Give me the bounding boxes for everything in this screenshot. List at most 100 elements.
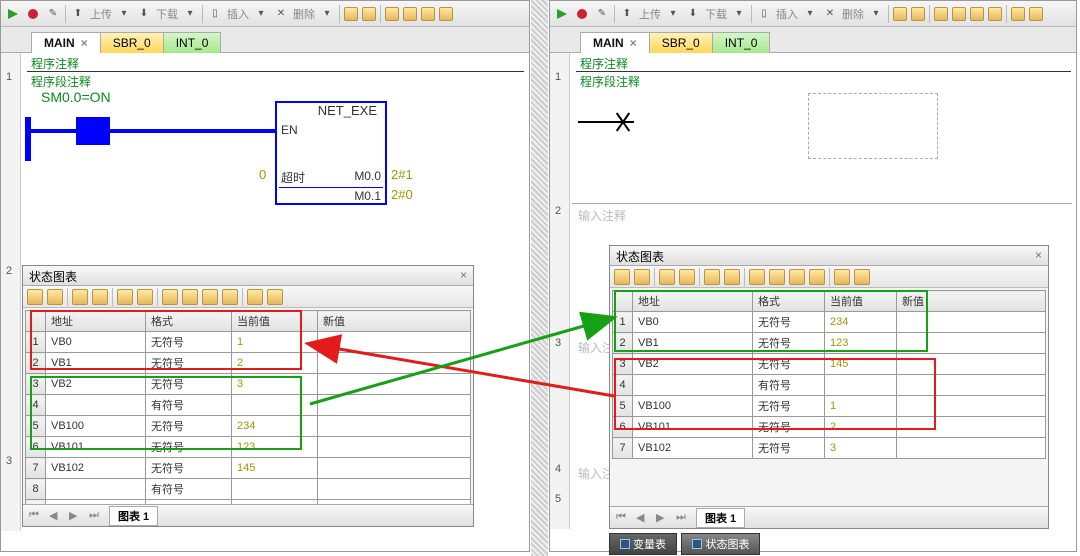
insert-label[interactable]: 插入 (227, 6, 249, 22)
table-row[interactable]: 3VB2无符号145 (613, 354, 1046, 375)
table-row[interactable]: 1VB0无符号234 (613, 312, 1046, 333)
sp-btn[interactable] (222, 289, 238, 305)
sp-btn[interactable] (809, 269, 825, 285)
table-row[interactable]: 7VB102无符号145 (26, 458, 471, 479)
nav-prev-icon[interactable]: ◀ (636, 511, 650, 524)
sp-btn[interactable] (182, 289, 198, 305)
col-new[interactable]: 新值 (318, 311, 471, 332)
sp-btn[interactable] (247, 289, 263, 305)
tab-variable-table[interactable]: 变量表 (609, 533, 677, 555)
table-row[interactable]: 2VB1无符号123 (613, 333, 1046, 354)
edit-icon[interactable]: ✎ (594, 6, 610, 22)
download-arrow-icon[interactable]: ⬇ (685, 6, 701, 22)
col-fmt[interactable]: 格式 (146, 311, 232, 332)
nav-first-icon[interactable]: ⏮ (616, 511, 630, 524)
tab-sbr0[interactable]: SBR_0 (649, 32, 713, 53)
sp-btn[interactable] (679, 269, 695, 285)
close-icon[interactable]: × (630, 36, 637, 50)
stop-icon[interactable] (574, 6, 590, 22)
tab-int0[interactable]: INT_0 (712, 32, 771, 53)
sheet-tab[interactable]: 图表 1 (696, 508, 745, 528)
col-cur[interactable]: 当前值 (825, 291, 897, 312)
table-row[interactable]: 5VB100无符号234 (26, 416, 471, 437)
pane-divider[interactable] (531, 0, 548, 556)
download-label[interactable]: 下载 (705, 6, 727, 22)
table-row[interactable]: 4有符号 (26, 395, 471, 416)
col-addr[interactable]: 地址 (633, 291, 753, 312)
table-row[interactable]: 2VB1无符号2 (26, 353, 471, 374)
sp-btn[interactable] (634, 269, 650, 285)
toolbar-btn-d[interactable] (403, 7, 417, 21)
toolbar-btn[interactable] (952, 7, 966, 21)
toolbar-btn-c[interactable] (385, 7, 399, 21)
tab-int0[interactable]: INT_0 (163, 32, 222, 53)
sp-btn[interactable] (162, 289, 178, 305)
upload-label[interactable]: 上传 (639, 6, 661, 22)
delete-icon[interactable]: ✕ (273, 6, 289, 22)
tab-sbr0[interactable]: SBR_0 (100, 32, 164, 53)
toolbar-btn[interactable] (988, 7, 1002, 21)
edit-icon[interactable]: ✎ (45, 6, 61, 22)
toolbar-btn[interactable] (934, 7, 948, 21)
upload-arrow-icon[interactable]: ⬆ (619, 6, 635, 22)
table-row[interactable]: 6VB101无符号2 (613, 417, 1046, 438)
sp-btn[interactable] (47, 289, 63, 305)
sp-btn[interactable] (789, 269, 805, 285)
sp-btn[interactable] (117, 289, 133, 305)
toolbar-btn-f[interactable] (439, 7, 453, 21)
sp-btn[interactable] (27, 289, 43, 305)
toolbar-btn[interactable] (893, 7, 907, 21)
delete-label[interactable]: 删除 (293, 6, 315, 22)
contact[interactable] (76, 117, 110, 145)
col-cur[interactable]: 当前值 (232, 311, 318, 332)
close-icon[interactable]: × (460, 268, 467, 283)
toolbar-btn[interactable] (970, 7, 984, 21)
nav-prev-icon[interactable]: ◀ (49, 509, 63, 522)
col-fmt[interactable]: 格式 (753, 291, 825, 312)
tab-main[interactable]: MAIN× (31, 32, 101, 53)
table-row[interactable]: 7VB102无符号3 (613, 438, 1046, 459)
toolbar-btn[interactable] (1011, 7, 1025, 21)
sp-btn[interactable] (704, 269, 720, 285)
col-addr[interactable]: 地址 (46, 311, 146, 332)
table-row[interactable]: 6VB101无符号123 (26, 437, 471, 458)
download-arrow-icon[interactable]: ⬇ (136, 6, 152, 22)
table-row[interactable]: 1VB0无符号1 (26, 332, 471, 353)
function-block-net-exe[interactable]: NET_EXE EN 超时 M0.0 M0.1 (275, 101, 387, 205)
sp-btn[interactable] (659, 269, 675, 285)
sp-btn[interactable] (267, 289, 283, 305)
sp-btn[interactable] (614, 269, 630, 285)
empty-target[interactable] (808, 93, 938, 159)
run-icon[interactable] (554, 6, 570, 22)
table-row[interactable]: 5VB100无符号1 (613, 396, 1046, 417)
tab-status-chart[interactable]: 状态图表 (681, 533, 760, 555)
nav-last-icon[interactable]: ⏭ (676, 511, 690, 524)
sp-btn[interactable] (72, 289, 88, 305)
upload-arrow-icon[interactable]: ⬆ (70, 6, 86, 22)
upload-label[interactable]: 上传 (90, 6, 112, 22)
download-label[interactable]: 下载 (156, 6, 178, 22)
sp-btn[interactable] (724, 269, 740, 285)
toolbar-btn[interactable] (1029, 7, 1043, 21)
sp-btn[interactable] (202, 289, 218, 305)
status-table[interactable]: 地址 格式 当前值 新值 1VB0无符号2342VB1无符号1233VB2无符号… (612, 290, 1046, 459)
sp-btn[interactable] (137, 289, 153, 305)
table-row[interactable]: 8有符号 (26, 479, 471, 500)
sp-btn[interactable] (769, 269, 785, 285)
status-table[interactable]: 地址 格式 当前值 新值 1VB0无符号12VB1无符号23VB2无符号34有符… (25, 310, 471, 521)
close-icon[interactable]: × (1035, 248, 1042, 263)
sp-btn[interactable] (749, 269, 765, 285)
sp-btn[interactable] (834, 269, 850, 285)
toolbar-btn-b[interactable] (362, 7, 376, 21)
toolbar-btn-a[interactable] (344, 7, 358, 21)
toolbar-btn-e[interactable] (421, 7, 435, 21)
col-new[interactable]: 新值 (897, 291, 1046, 312)
run-icon[interactable] (5, 6, 21, 22)
table-row[interactable]: 4有符号 (613, 375, 1046, 396)
nav-next-icon[interactable]: ▶ (656, 511, 670, 524)
nav-last-icon[interactable]: ⏭ (89, 509, 103, 522)
stop-icon[interactable] (25, 6, 41, 22)
toolbar-btn[interactable] (911, 7, 925, 21)
nav-first-icon[interactable]: ⏮ (29, 509, 43, 522)
sp-btn[interactable] (854, 269, 870, 285)
